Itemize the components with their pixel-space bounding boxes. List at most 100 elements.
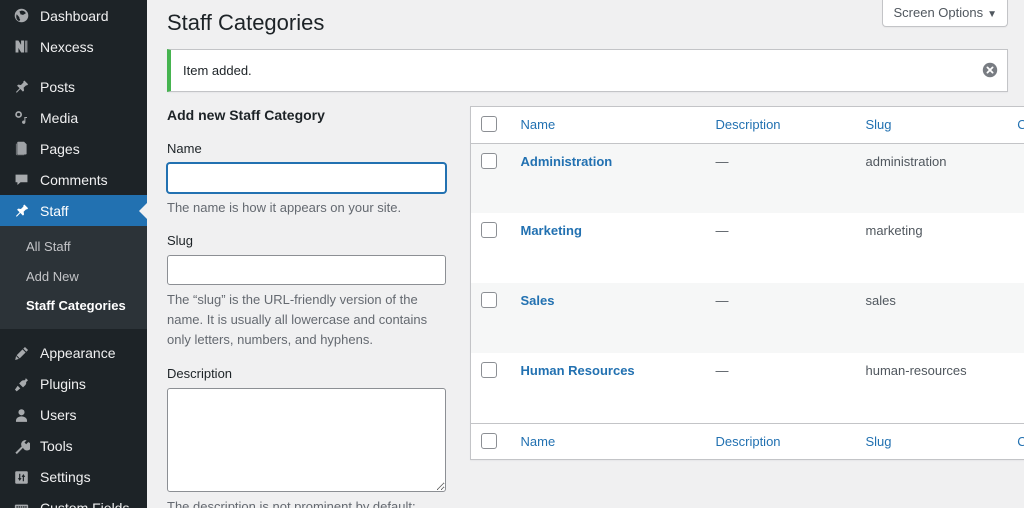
sidebar-item-media[interactable]: Media xyxy=(0,102,147,133)
row-count-cell: 0 xyxy=(991,143,1024,213)
sidebar-item-label: Nexcess xyxy=(40,40,94,54)
close-icon[interactable] xyxy=(980,60,1000,80)
column-footer-name[interactable]: Name xyxy=(511,423,706,460)
slug-field-label: Slug xyxy=(167,232,446,250)
name-input[interactable] xyxy=(167,163,446,193)
description-field-help: The description is not prominent by defa… xyxy=(167,497,446,508)
sidebar-item-label: Users xyxy=(40,408,77,422)
row-name-link[interactable]: Administration xyxy=(521,154,613,169)
brush-icon xyxy=(10,343,32,363)
user-icon xyxy=(10,405,32,425)
sidebar-item-label: Settings xyxy=(40,470,91,484)
table-foot: Name Description Slug Count xyxy=(471,423,1024,460)
row-name-cell: Marketing xyxy=(511,213,706,283)
sidebar-item-pages[interactable]: Pages xyxy=(0,133,147,164)
column-footer-description[interactable]: Description xyxy=(706,423,856,460)
comment-icon xyxy=(10,170,32,190)
menu-separator xyxy=(0,329,147,338)
row-select-cell xyxy=(471,143,511,213)
sidebar-item-posts[interactable]: Posts xyxy=(0,71,147,102)
row-checkbox[interactable] xyxy=(481,362,497,378)
row-name-link[interactable]: Marketing xyxy=(521,223,582,238)
row-checkbox[interactable] xyxy=(481,153,497,169)
column-header-slug[interactable]: Slug xyxy=(856,107,991,144)
pin-icon xyxy=(10,77,32,97)
row-name-cell: Sales xyxy=(511,283,706,353)
menu-separator xyxy=(0,62,147,71)
table-row: Human Resources —human-resources0 xyxy=(471,353,1024,423)
row-slug-cell: human-resources xyxy=(856,353,991,423)
submenu-item-add-new[interactable]: Add New xyxy=(0,262,147,292)
select-all-checkbox[interactable] xyxy=(481,116,497,132)
admin-menu: DashboardNexcessPostsMediaPagesCommentsS… xyxy=(0,0,147,508)
sidebar-item-dashboard[interactable]: Dashboard xyxy=(0,0,147,31)
row-count-cell: 0 xyxy=(991,283,1024,353)
pin-icon xyxy=(10,201,32,221)
column-header-count[interactable]: Count xyxy=(991,107,1024,144)
row-slug-cell: administration xyxy=(856,143,991,213)
name-field-label: Name xyxy=(167,140,446,158)
sidebar-item-users[interactable]: Users xyxy=(0,400,147,431)
table-head: Name Description Slug Count xyxy=(471,107,1024,144)
select-all-checkbox-footer[interactable] xyxy=(481,433,497,449)
sidebar-item-comments[interactable]: Comments xyxy=(0,164,147,195)
slug-field-help: The “slug” is the URL-friendly version o… xyxy=(167,290,446,350)
sidebar-item-label: Dashboard xyxy=(40,9,109,23)
row-description-cell: — xyxy=(706,283,856,353)
column-header-description[interactable]: Description xyxy=(706,107,856,144)
wrench-icon xyxy=(10,436,32,456)
nexcess-icon xyxy=(10,37,32,57)
notice-message: Item added. xyxy=(183,63,252,78)
column-footer-slug[interactable]: Slug xyxy=(856,423,991,460)
name-field-help: The name is how it appears on your site. xyxy=(167,198,446,218)
description-textarea[interactable] xyxy=(167,388,446,492)
row-slug-cell: sales xyxy=(856,283,991,353)
row-name-link[interactable]: Sales xyxy=(521,293,555,308)
terms-table-wrapper: Name Description Slug Count Administrati… xyxy=(470,106,1008,508)
sidebar-item-plugins[interactable]: Plugins xyxy=(0,369,147,400)
admin-sidebar: DashboardNexcessPostsMediaPagesCommentsS… xyxy=(0,0,147,508)
sidebar-item-label: Custom Fields xyxy=(40,501,129,508)
sidebar-item-label: Plugins xyxy=(40,377,86,391)
row-name-link[interactable]: Human Resources xyxy=(521,363,635,378)
description-field-label: Description xyxy=(167,365,446,383)
content-columns: Add new Staff Category Name The name is … xyxy=(147,92,1024,508)
row-count-cell: 0 xyxy=(991,213,1024,283)
staff-categories-table: Name Description Slug Count Administrati… xyxy=(470,106,1024,460)
select-all-header xyxy=(471,107,511,144)
settings-icon xyxy=(10,467,32,487)
sidebar-item-custom-fields[interactable]: Custom Fields xyxy=(0,493,147,508)
screen-options-button[interactable]: Screen Options▼ xyxy=(882,0,1008,27)
sidebar-item-tools[interactable]: Tools xyxy=(0,431,147,462)
row-checkbox[interactable] xyxy=(481,292,497,308)
submenu-item-staff-categories[interactable]: Staff Categories xyxy=(0,291,147,321)
table-footer-row: Name Description Slug Count xyxy=(471,423,1024,460)
table-row: Marketing —marketing0 xyxy=(471,213,1024,283)
table-header-row: Name Description Slug Count xyxy=(471,107,1024,144)
row-select-cell xyxy=(471,213,511,283)
column-footer-count[interactable]: Count xyxy=(991,423,1024,460)
wordpress-admin-screen: DashboardNexcessPostsMediaPagesCommentsS… xyxy=(0,0,1024,508)
row-select-cell xyxy=(471,283,511,353)
row-checkbox[interactable] xyxy=(481,222,497,238)
row-slug-cell: marketing xyxy=(856,213,991,283)
row-description-cell: — xyxy=(706,213,856,283)
sidebar-item-nexcess[interactable]: Nexcess xyxy=(0,31,147,62)
table-body: Administration—administration0Marketing—… xyxy=(471,143,1024,423)
pages-icon xyxy=(10,139,32,159)
row-count-cell: 0 xyxy=(991,353,1024,423)
add-term-form: Add new Staff Category Name The name is … xyxy=(167,106,446,508)
table-row: Sales —sales0 xyxy=(471,283,1024,353)
row-name-cell: Administration xyxy=(511,143,706,213)
sidebar-item-staff[interactable]: Staff xyxy=(0,195,147,226)
column-header-name[interactable]: Name xyxy=(511,107,706,144)
form-heading: Add new Staff Category xyxy=(167,106,446,126)
slug-input[interactable] xyxy=(167,255,446,285)
sidebar-item-label: Posts xyxy=(40,80,75,94)
sidebar-item-settings[interactable]: Settings xyxy=(0,462,147,493)
row-description-cell: — xyxy=(706,143,856,213)
notice-banner: Item added. xyxy=(167,49,1008,93)
sidebar-item-appearance[interactable]: Appearance xyxy=(0,338,147,369)
row-description-cell: — xyxy=(706,353,856,423)
submenu-item-all-staff[interactable]: All Staff xyxy=(0,232,147,262)
